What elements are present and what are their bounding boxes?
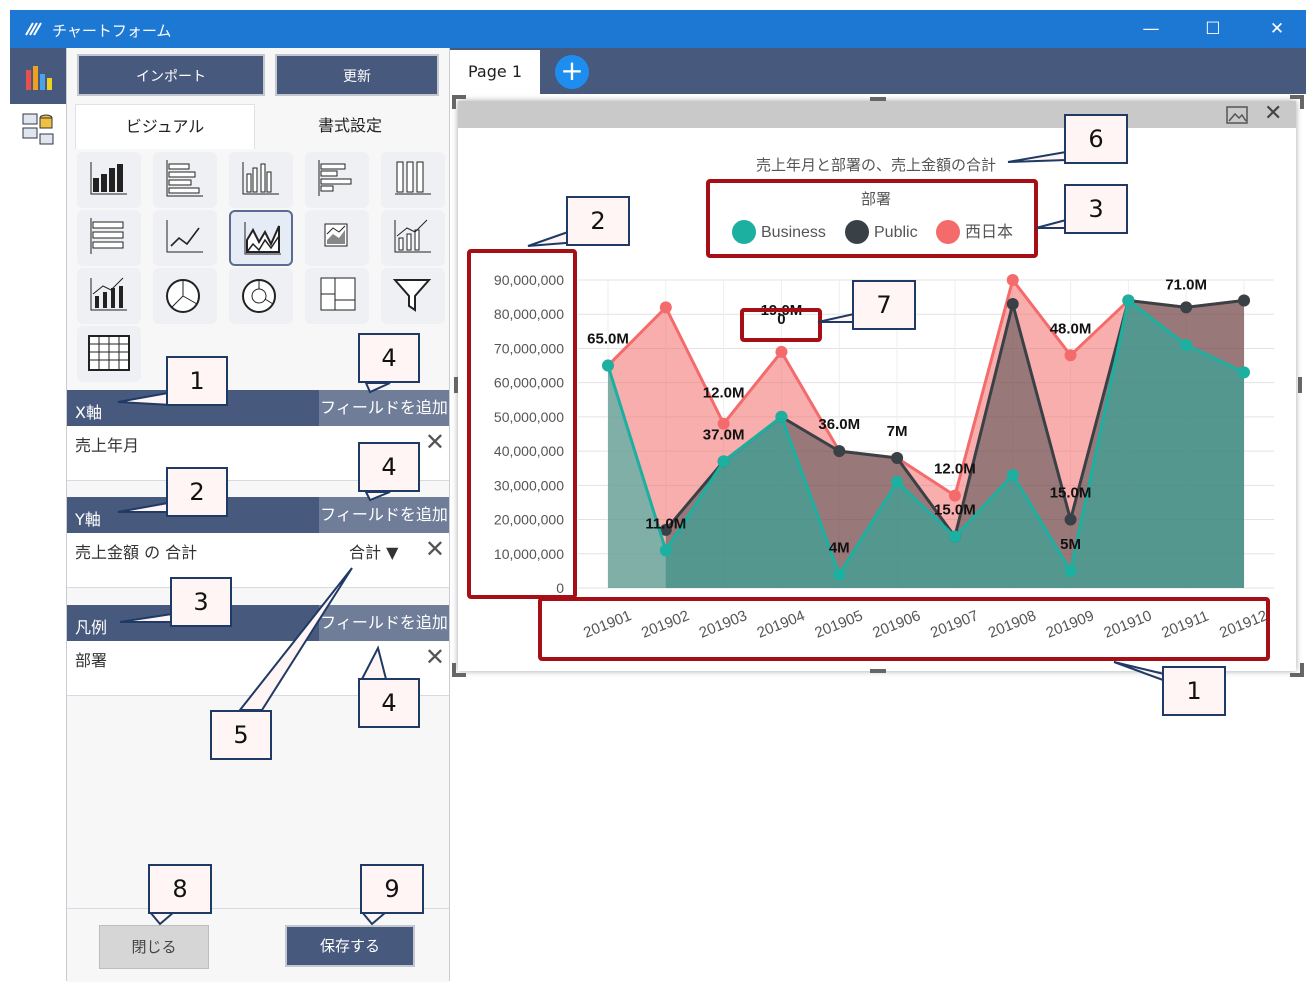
callout-3-legend: 3	[170, 577, 232, 627]
callout-9-save: 9	[360, 864, 424, 914]
callout-5-aggregate: 5	[210, 710, 272, 760]
callout-4-add-x: 4	[358, 333, 420, 383]
callout-1-chart-xaxis: 1	[1162, 666, 1226, 716]
callout-4-add-y: 4	[358, 442, 420, 492]
callout-1-xaxis: 1	[166, 356, 228, 406]
callout-8-close: 8	[148, 864, 212, 914]
callout-2-yaxis: 2	[166, 467, 228, 517]
callout-3-chart-legend: 3	[1064, 184, 1128, 234]
callout-4-add-legend: 4	[358, 678, 420, 728]
callout-7-data-label: 7	[852, 280, 916, 330]
callout-2-chart-yaxis: 2	[566, 196, 630, 246]
callout-6-title: 6	[1064, 114, 1128, 164]
